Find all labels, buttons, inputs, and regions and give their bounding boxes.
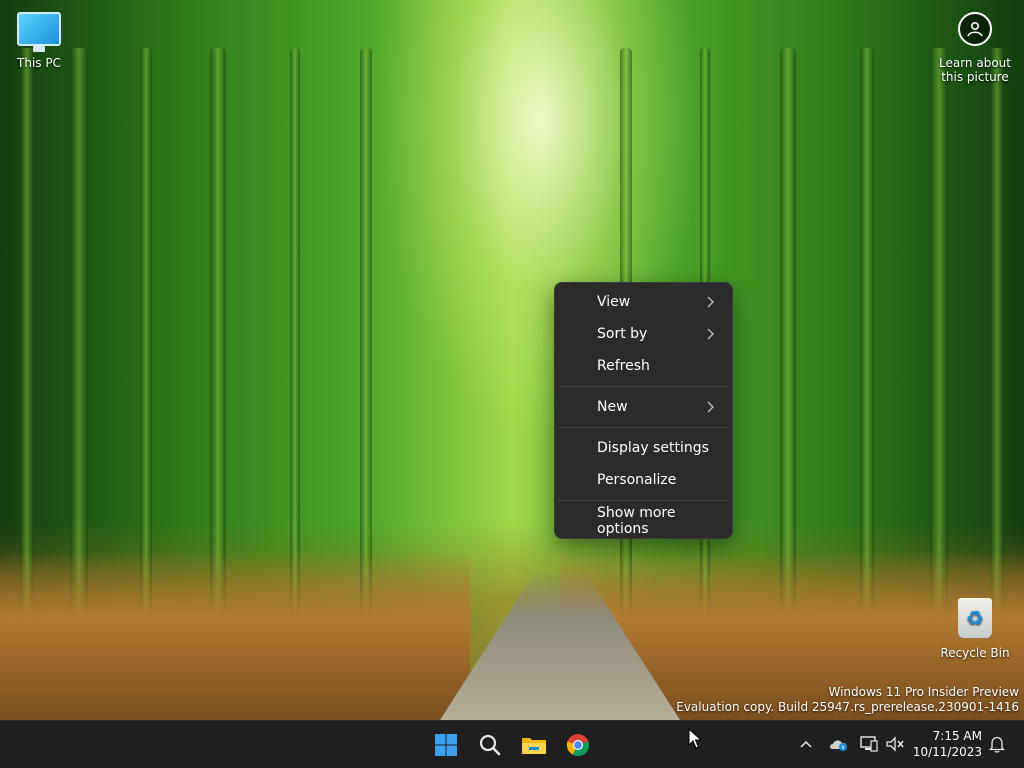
- menu-item-view[interactable]: View: [559, 287, 728, 317]
- bell-icon: [989, 736, 1005, 753]
- search-icon: [479, 734, 501, 756]
- menu-item-label: Display settings: [597, 440, 709, 456]
- desktop[interactable]: This PC Learn about this picture ♻ Recyc…: [0, 0, 1024, 768]
- menu-item-refresh[interactable]: Refresh: [559, 351, 728, 381]
- menu-separator: [559, 500, 728, 501]
- monitor-icon: [17, 12, 61, 52]
- notification-center-button[interactable]: [986, 733, 1008, 755]
- menu-item-new[interactable]: New: [559, 392, 728, 422]
- menu-item-label: Sort by: [597, 326, 648, 342]
- wallpaper-grass: [0, 550, 470, 720]
- desktop-icon-label: Learn about this picture: [939, 56, 1011, 84]
- watermark-build: Evaluation copy. Build 25947.rs_prerelea…: [676, 700, 1019, 714]
- menu-separator: [559, 386, 728, 387]
- clock-time: 7:15 AM: [932, 729, 982, 743]
- evaluation-watermark: Windows 11 Pro Insider Preview Evaluatio…: [676, 685, 1019, 715]
- file-explorer-icon: [522, 738, 546, 754]
- desktop-context-menu: View Sort by Refresh New Display setting…: [554, 282, 733, 539]
- start-button[interactable]: [428, 727, 464, 763]
- menu-item-show-more-options[interactable]: Show more options: [559, 505, 728, 537]
- chrome-icon: [566, 734, 590, 757]
- taskbar-clock[interactable]: 7:15 AM 10/11/2023: [913, 728, 982, 760]
- onedrive-button[interactable]: [828, 733, 850, 755]
- menu-item-label: New: [597, 399, 628, 415]
- menu-item-display-settings[interactable]: Display settings: [559, 433, 728, 463]
- show-hidden-icons-button[interactable]: [795, 733, 817, 755]
- desktop-icon-recycle-bin[interactable]: ♻ Recycle Bin: [937, 598, 1013, 660]
- desktop-icon-this-pc[interactable]: This PC: [1, 12, 77, 70]
- desktop-icon-label: Recycle Bin: [940, 646, 1010, 660]
- mouse-cursor-icon: [688, 728, 702, 749]
- camera-info-icon: [958, 12, 992, 46]
- learn-about-picture-icon[interactable]: Learn about this picture: [936, 12, 1014, 84]
- chevron-right-icon: [707, 401, 714, 413]
- chrome-button[interactable]: [560, 727, 596, 763]
- menu-item-label: Refresh: [597, 358, 650, 374]
- recycle-bin-icon: ♻: [958, 598, 992, 638]
- taskbar: 7:15 AM 10/11/2023: [0, 720, 1024, 768]
- search-button[interactable]: [472, 727, 508, 763]
- menu-item-sort-by[interactable]: Sort by: [559, 319, 728, 349]
- start-icon: [435, 734, 457, 756]
- volume-button[interactable]: [884, 733, 906, 755]
- chevron-right-icon: [707, 296, 714, 308]
- chevron-up-icon: [800, 740, 812, 748]
- onedrive-icon: [830, 740, 847, 751]
- menu-separator: [559, 427, 728, 428]
- file-explorer-button[interactable]: [516, 727, 552, 763]
- menu-item-personalize[interactable]: Personalize: [559, 465, 728, 495]
- menu-item-label: Personalize: [597, 472, 677, 488]
- menu-item-label: Show more options: [597, 505, 676, 537]
- clock-date: 10/11/2023: [912, 745, 982, 759]
- network-button[interactable]: [858, 733, 880, 755]
- network-icon: [860, 736, 878, 752]
- watermark-edition: Windows 11 Pro Insider Preview: [828, 685, 1019, 699]
- chevron-right-icon: [707, 328, 714, 340]
- desktop-icon-label: This PC: [17, 56, 61, 70]
- menu-item-label: View: [597, 294, 631, 310]
- volume-muted-icon: [886, 736, 904, 752]
